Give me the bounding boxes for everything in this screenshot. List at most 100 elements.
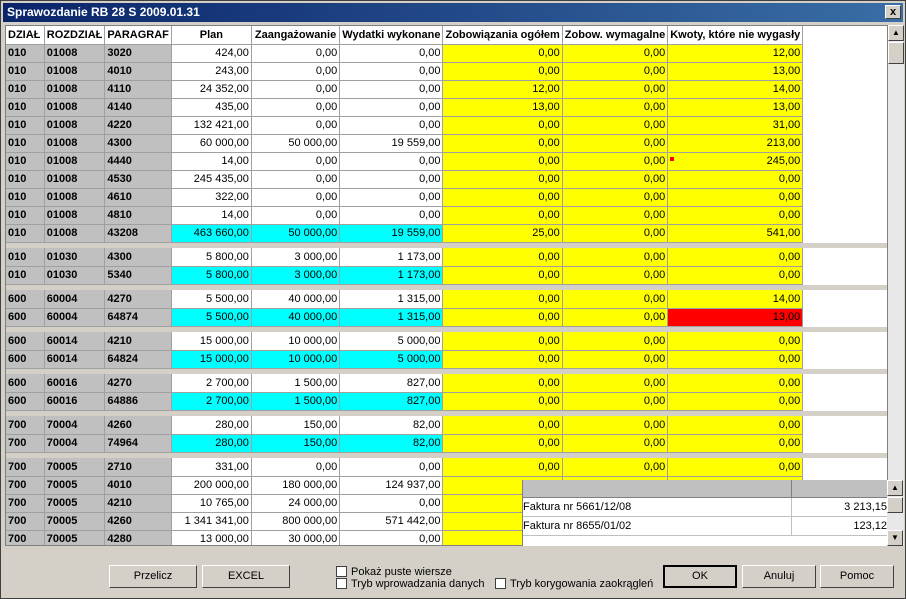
value-cell[interactable]: 0,00 bbox=[442, 44, 563, 63]
value-cell[interactable]: 0,00 bbox=[251, 170, 341, 189]
key-cell[interactable]: 01008 bbox=[44, 98, 106, 117]
key-cell[interactable]: 3020 bbox=[104, 44, 172, 63]
value-cell[interactable]: 1 341 341,00 bbox=[171, 512, 252, 531]
key-cell[interactable]: 4530 bbox=[104, 170, 172, 189]
value-cell[interactable]: 213,00 bbox=[667, 134, 804, 153]
invoice-scroll-down-icon[interactable]: ▼ bbox=[887, 530, 903, 546]
value-cell[interactable]: 150,00 bbox=[251, 416, 341, 435]
key-cell[interactable]: 4010 bbox=[104, 62, 172, 81]
key-cell[interactable]: 01008 bbox=[44, 44, 106, 63]
value-cell[interactable]: 0,00 bbox=[339, 530, 444, 545]
value-cell[interactable]: 132 421,00 bbox=[171, 116, 252, 135]
value-cell[interactable]: 0,00 bbox=[339, 80, 444, 99]
key-cell[interactable]: 700 bbox=[6, 416, 45, 435]
value-cell[interactable]: 14,00 bbox=[171, 152, 252, 171]
value-cell[interactable]: 0,00 bbox=[562, 332, 669, 351]
value-cell[interactable]: 0,00 bbox=[667, 188, 804, 207]
value-cell[interactable]: 0,00 bbox=[442, 308, 563, 327]
value-cell[interactable]: 31,00 bbox=[667, 116, 804, 135]
column-header[interactable]: DZIAŁ bbox=[6, 26, 45, 45]
key-cell[interactable]: 70005 bbox=[44, 476, 106, 495]
value-cell[interactable]: 0,00 bbox=[667, 434, 804, 453]
key-cell[interactable]: 70005 bbox=[44, 458, 106, 477]
value-cell[interactable]: 1 173,00 bbox=[339, 248, 444, 267]
value-cell[interactable]: 0,00 bbox=[667, 248, 804, 267]
key-cell[interactable]: 010 bbox=[6, 134, 45, 153]
key-cell[interactable]: 60014 bbox=[44, 332, 106, 351]
key-cell[interactable]: 4110 bbox=[104, 80, 172, 99]
checkbox-box[interactable] bbox=[336, 578, 347, 589]
value-cell[interactable]: 0,00 bbox=[442, 248, 563, 267]
value-cell[interactable]: 13,00 bbox=[667, 62, 804, 81]
value-cell[interactable]: 0,00 bbox=[251, 116, 341, 135]
value-cell[interactable]: 0,00 bbox=[339, 170, 444, 189]
key-cell[interactable]: 010 bbox=[6, 62, 45, 81]
key-cell[interactable]: 01008 bbox=[44, 62, 106, 81]
column-header[interactable]: Kwoty, które nie wygasły bbox=[667, 26, 804, 45]
value-cell[interactable]: 14,00 bbox=[667, 290, 804, 309]
invoice-row[interactable]: Faktura nr 8655/01/02 123,12 bbox=[523, 517, 889, 536]
key-cell[interactable]: 600 bbox=[6, 350, 45, 369]
value-cell[interactable]: 10 000,00 bbox=[251, 350, 341, 369]
key-cell[interactable]: 4270 bbox=[104, 290, 172, 309]
invoice-scroll-up-icon[interactable]: ▲ bbox=[887, 480, 903, 496]
table-row[interactable]: 010 01008 4610 322,00 0,00 0,00 0,00 0,00 0,00 bbox=[6, 188, 887, 207]
value-cell[interactable]: 435,00 bbox=[171, 98, 252, 117]
value-cell[interactable]: 0,00 bbox=[562, 44, 669, 63]
value-cell[interactable]: 1 500,00 bbox=[251, 374, 341, 393]
key-cell[interactable]: 4220 bbox=[104, 116, 172, 135]
table-row[interactable]: 010 01030 4300 5 800,00 3 000,00 1 173,00 0,00… bbox=[6, 248, 887, 267]
key-cell[interactable]: 010 bbox=[6, 266, 45, 285]
value-cell[interactable]: 0,00 bbox=[251, 206, 341, 225]
value-cell[interactable]: 0,00 bbox=[562, 266, 669, 285]
value-cell[interactable]: 5 800,00 bbox=[171, 248, 252, 267]
key-cell[interactable]: 4260 bbox=[104, 512, 172, 531]
help-button[interactable]: Pomoc bbox=[820, 565, 894, 588]
column-header[interactable]: ROZDZIAŁ bbox=[44, 26, 106, 45]
total-row[interactable]: 010 01030 5340 5 800,00 3 000,00 1 173,00 0,00… bbox=[6, 266, 887, 285]
value-cell[interactable]: 10 765,00 bbox=[171, 494, 252, 513]
table-row[interactable]: 600 60014 4210 15 000,00 10 000,00 5 000,00 0,… bbox=[6, 332, 887, 351]
column-header[interactable]: Plan bbox=[171, 26, 252, 45]
value-cell[interactable]: 1 315,00 bbox=[339, 308, 444, 327]
key-cell[interactable]: 600 bbox=[6, 332, 45, 351]
value-cell[interactable]: 24 352,00 bbox=[171, 80, 252, 99]
value-cell[interactable]: 60 000,00 bbox=[171, 134, 252, 153]
total-row[interactable]: 010 01008 43208 463 660,00 50 000,00 19 559,0… bbox=[6, 224, 887, 243]
value-cell[interactable]: 0,00 bbox=[667, 392, 804, 411]
key-cell[interactable]: 700 bbox=[6, 530, 45, 545]
grid-vertical-scrollbar[interactable]: ▲ bbox=[888, 25, 904, 546]
value-cell[interactable]: 0,00 bbox=[562, 290, 669, 309]
total-row[interactable]: 600 60004 64874 5 500,00 40 000,00 1 315,00 0,… bbox=[6, 308, 887, 327]
value-cell[interactable]: 0,00 bbox=[339, 62, 444, 81]
key-cell[interactable]: 010 bbox=[6, 152, 45, 171]
value-cell[interactable]: 0,00 bbox=[442, 392, 563, 411]
key-cell[interactable]: 4140 bbox=[104, 98, 172, 117]
value-cell[interactable]: 0,00 bbox=[339, 152, 444, 171]
key-cell[interactable]: 4300 bbox=[104, 248, 172, 267]
value-cell[interactable]: 5 800,00 bbox=[171, 266, 252, 285]
value-cell[interactable]: 0,00 bbox=[442, 152, 563, 171]
value-cell[interactable]: 0,00 bbox=[667, 350, 804, 369]
total-row[interactable]: 600 60016 64886 2 700,00 1 500,00 827,00 0,00 0… bbox=[6, 392, 887, 411]
value-cell[interactable]: 13,00 bbox=[667, 98, 804, 117]
value-cell[interactable]: 124 937,00 bbox=[339, 476, 444, 495]
value-cell[interactable]: 0,00 bbox=[562, 248, 669, 267]
value-cell[interactable]: 13,00 bbox=[667, 308, 804, 327]
key-cell[interactable]: 700 bbox=[6, 476, 45, 495]
table-row[interactable]: 600 60004 4270 5 500,00 40 000,00 1 315,00 0,0… bbox=[6, 290, 887, 309]
table-row[interactable]: 700 70004 4260 280,00 150,00 82,00 0,00 0,00 0,0… bbox=[6, 416, 887, 435]
rounding-mode-checkbox[interactable]: Tryb korygowania zaokrągleń bbox=[495, 578, 653, 591]
value-cell[interactable]: 0,00 bbox=[442, 62, 563, 81]
value-cell[interactable]: 0,00 bbox=[667, 374, 804, 393]
value-cell[interactable]: 0,00 bbox=[339, 98, 444, 117]
value-cell[interactable]: 0,00 bbox=[562, 170, 669, 189]
value-cell[interactable]: 280,00 bbox=[171, 416, 252, 435]
value-cell[interactable]: 13 000,00 bbox=[171, 530, 252, 545]
key-cell[interactable]: 70004 bbox=[44, 416, 106, 435]
value-cell[interactable]: 2 700,00 bbox=[171, 392, 252, 411]
value-cell[interactable]: 0,00 bbox=[442, 170, 563, 189]
value-cell[interactable]: 0,00 bbox=[562, 350, 669, 369]
value-cell[interactable]: 3 000,00 bbox=[251, 266, 341, 285]
value-cell[interactable]: 0,00 bbox=[442, 206, 563, 225]
